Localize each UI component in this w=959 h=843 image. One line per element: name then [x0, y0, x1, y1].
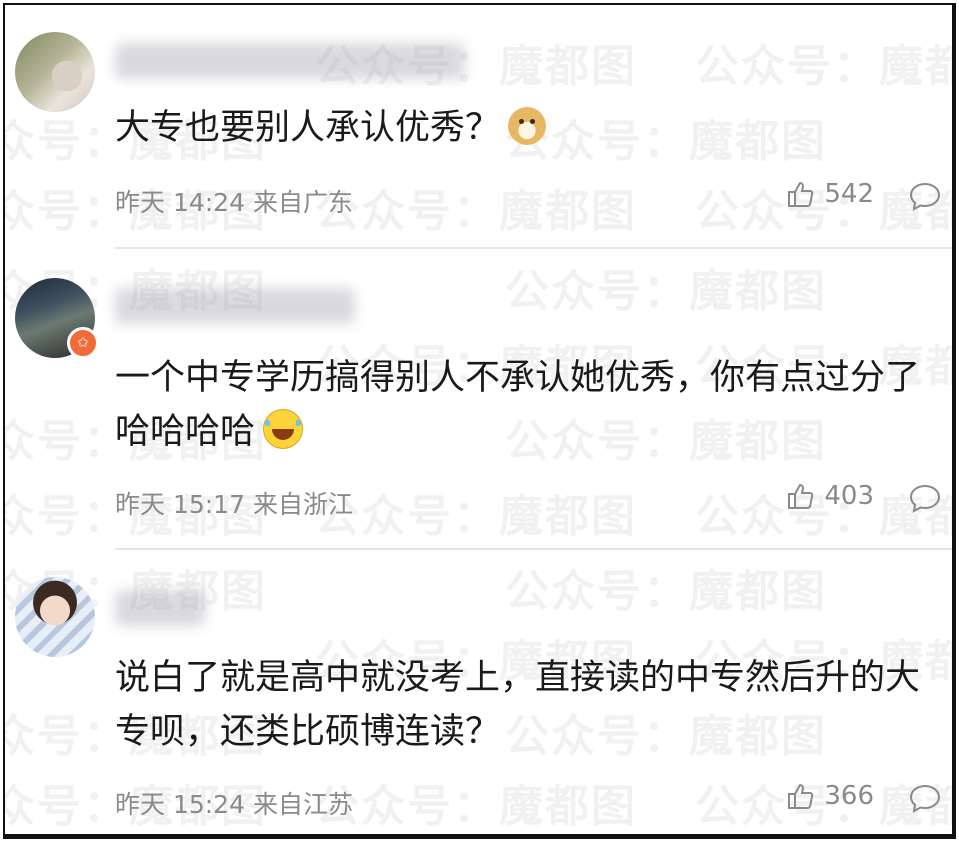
like-count: 366 [824, 781, 874, 811]
comment-time: 昨天 15:24 [115, 790, 245, 819]
comment-list: 公众号：魔都图 公众号：魔都图 公众号：魔都图 公众号：魔都图 公众号：魔都图 … [3, 3, 956, 839]
like-count: 403 [824, 481, 874, 511]
comment-text-body: 一个中专学历搞得别人不承认她优秀，你有点过分了哈哈哈哈 [115, 358, 921, 452]
like-icon [786, 179, 816, 209]
comment-meta: 昨天 14:24 来自广东 [115, 183, 353, 219]
avatar[interactable] [15, 577, 95, 657]
watermark-text: 公众号：魔都图 [505, 266, 827, 317]
comment-time: 昨天 15:17 [115, 490, 245, 519]
watermark-text: 公众号：魔都图 [695, 41, 952, 92]
comment-location: 来自广东 [252, 188, 353, 217]
comment-text: 说白了就是高中就没考上，直接读的中专然后升的大专呗，还类比硕博连读？ [115, 651, 925, 759]
like-button[interactable]: 542 [786, 179, 874, 209]
divider [115, 548, 952, 550]
divider [115, 247, 952, 249]
username-blurred[interactable]: ████████ [115, 288, 355, 324]
watermark-text: 公众号：魔都图 [315, 781, 637, 832]
comment-text: 一个中专学历搞得别人不承认她优秀，你有点过分了哈哈哈哈 [115, 351, 925, 459]
laugh-tears-emoji-icon [263, 409, 304, 449]
watermark-text: 公众号：魔都图 [315, 186, 637, 237]
comment-meta: 昨天 15:17 来自浙江 [115, 485, 353, 521]
like-icon [786, 781, 816, 811]
comment-time: 昨天 14:24 [115, 188, 245, 217]
like-button[interactable]: 403 [786, 481, 874, 511]
comment-meta: 昨天 15:24 来自江苏 [115, 785, 353, 821]
watermark-text: 公众号：魔都图 [315, 491, 637, 542]
verified-badge-icon: ✩ [67, 327, 99, 359]
comment-location: 来自江苏 [252, 790, 353, 819]
comment-text-body: 说白了就是高中就没考上，直接读的中专然后升的大专呗，还类比硕博连读？ [115, 658, 921, 752]
comment-text: 大专也要别人承认优秀？ [115, 101, 925, 155]
reply-icon[interactable] [908, 783, 942, 813]
like-icon [786, 481, 816, 511]
watermark-text: 公众号：魔都图 [505, 566, 827, 617]
username-blurred[interactable]: ███ [115, 590, 205, 626]
username-blurred[interactable]: █████████████ [115, 43, 465, 79]
avatar[interactable] [15, 32, 95, 112]
comment-location: 来自浙江 [252, 490, 353, 519]
doge-emoji-icon [508, 107, 547, 145]
comment-text-body: 大专也要别人承认优秀？ [115, 108, 501, 148]
like-button[interactable]: 366 [786, 781, 874, 811]
reply-icon[interactable] [908, 483, 942, 513]
reply-icon[interactable] [908, 181, 942, 211]
like-count: 542 [824, 179, 874, 209]
